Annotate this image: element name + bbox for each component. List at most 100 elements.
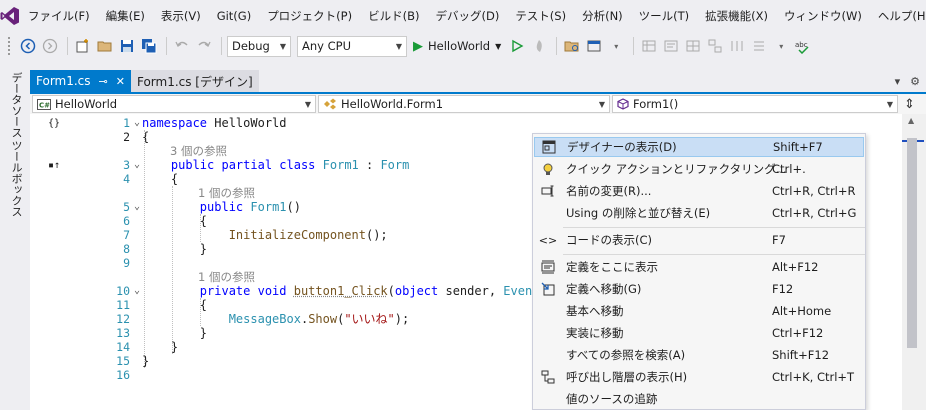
back-icon[interactable] [18, 36, 38, 56]
code-token: Form [380, 158, 410, 172]
menu-view[interactable]: 表示(V) [153, 0, 209, 32]
menu-edit[interactable]: 編集(E) [98, 0, 153, 32]
menu-extensions[interactable]: 拡張機能(X) [697, 0, 776, 32]
toolbar-separator [633, 37, 635, 55]
scroll-up-icon[interactable]: ▲ [908, 116, 914, 125]
sql-query-icon[interactable] [661, 36, 681, 56]
code-token: public partial class [170, 158, 316, 172]
menu-item-label: すべての参照を検索(A) [566, 348, 686, 362]
references-codelens[interactable]: 1 個の参照 [198, 186, 255, 200]
code-token: Form1 [250, 200, 287, 214]
undo-icon[interactable] [172, 36, 192, 56]
vertical-scrollbar[interactable]: ▲ [902, 114, 926, 410]
hot-reload-icon[interactable] [529, 36, 549, 56]
sql-grid-icon[interactable] [683, 36, 703, 56]
menu-item-peek-definition[interactable]: 定義をここに表示 Alt+F12 [534, 257, 864, 277]
menu-file[interactable]: ファイル(F) [20, 0, 98, 32]
chevron-down-icon: ▼ [279, 41, 286, 51]
project-combo[interactable]: C# HelloWorld ▼ [32, 95, 316, 113]
redo-icon[interactable] [194, 36, 214, 56]
pin-icon[interactable]: ⊸ [99, 75, 108, 88]
menu-tools[interactable]: ツール(T) [631, 0, 698, 32]
menu-test[interactable]: テスト(S) [507, 0, 574, 32]
visual-studio-logo-icon[interactable] [0, 0, 20, 32]
menu-item-quick-actions[interactable]: クイック アクションとリファクタリング... Ctrl+. [534, 159, 864, 179]
menu-item-shortcut: Shift+F7 [773, 140, 823, 154]
editor-context-menu: デザイナーの表示(D) Shift+F7 クイック アクションとリファクタリング… [532, 133, 866, 410]
menu-item-go-to-implementation[interactable]: 実装に移動 Ctrl+F12 [534, 323, 864, 343]
sql-rows-icon[interactable] [749, 36, 769, 56]
menu-build[interactable]: ビルド(B) [360, 0, 427, 32]
menu-analyze[interactable]: 分析(N) [574, 0, 631, 32]
menu-window[interactable]: ウィンドウ(W) [776, 0, 870, 32]
line-number: 3 [123, 158, 130, 172]
menu-item-rename[interactable]: 名前の変更(R)... Ctrl+R, Ctrl+R [534, 181, 864, 201]
save-icon[interactable] [117, 36, 137, 56]
line-number: 10 [116, 284, 130, 298]
menu-debug[interactable]: デバッグ(D) [427, 0, 507, 32]
solution-platform-combo[interactable]: Any CPU ▼ [297, 35, 407, 57]
start-debugging-button[interactable]: ▶ HelloWorld ▼ [413, 39, 501, 54]
code-token: HelloWorld [207, 116, 287, 130]
tab-form1-designer[interactable]: Form1.cs [デザイン] [130, 70, 259, 92]
save-all-icon[interactable] [139, 36, 159, 56]
menu-item-label: 定義をここに表示 [566, 260, 658, 274]
line-number: 8 [123, 242, 130, 256]
split-window-icon[interactable]: ⇕ [904, 97, 915, 112]
toolbar-options-icon[interactable]: ▾ [771, 36, 791, 56]
code-token: : [358, 158, 381, 172]
menu-item-find-all-references[interactable]: すべての参照を検索(A) Shift+F12 [534, 345, 864, 365]
folder-view-icon[interactable] [562, 36, 582, 56]
menu-item-view-call-hierarchy[interactable]: 呼び出し階層の表示(H) Ctrl+K, Ctrl+T [534, 367, 864, 387]
member-combo-value: Form1() [633, 97, 679, 111]
line-number: 14 [116, 340, 130, 354]
menu-help[interactable]: ヘルプ(H) [870, 0, 926, 32]
menu-git[interactable]: Git(G) [209, 0, 260, 32]
menu-project[interactable]: プロジェクト(P) [259, 0, 360, 32]
toolbar-options-icon[interactable]: ▾ [606, 36, 626, 56]
standard-toolbar: Debug ▼ Any CPU ▼ ▶ HelloWorld ▼ ▾ ▾ abc [0, 32, 926, 60]
rename-icon [534, 184, 562, 198]
code-token: InitializeComponent [228, 228, 366, 242]
document-tab-strip: Form1.cs ⊸ ✕ Form1.cs [デザイン] ▾ ⚙ [30, 70, 926, 92]
chevron-down-icon[interactable]: ▼ [495, 42, 501, 51]
csharp-project-icon: C# [37, 98, 51, 110]
sql-table-icon[interactable] [639, 36, 659, 56]
toolbox-tab[interactable]: ツールボックス [8, 140, 24, 217]
references-codelens[interactable]: 3 個の参照 [170, 144, 227, 158]
menu-item-view-code[interactable]: <> コードの表示(C) F7 [534, 230, 864, 250]
class-combo[interactable]: HelloWorld.Form1 ▼ [318, 95, 610, 113]
toolbar-separator [166, 37, 167, 55]
references-codelens[interactable]: 1 個の参照 [198, 270, 255, 284]
sql-columns-icon[interactable] [727, 36, 747, 56]
toolbar-grip[interactable] [8, 37, 12, 55]
open-folder-icon[interactable] [95, 36, 115, 56]
menu-item-shortcut: Ctrl+K, Ctrl+T [772, 370, 855, 384]
member-combo[interactable]: Form1() ▼ [612, 95, 898, 113]
solution-configuration-combo[interactable]: Debug ▼ [227, 35, 291, 57]
menu-item-track-value-source[interactable]: 値のソースの追跡 [534, 389, 864, 409]
spell-check-icon[interactable]: abc [793, 36, 813, 56]
menu-item-remove-sort-usings[interactable]: Using の削除と並び替え(E) Ctrl+R, Ctrl+G [534, 203, 864, 223]
code-token: public [199, 200, 244, 214]
sql-schema-icon[interactable] [705, 36, 725, 56]
chevron-down-icon: ▼ [886, 99, 893, 109]
data-sources-tab[interactable]: データソース [8, 72, 24, 138]
tab-list-dropdown-icon[interactable]: ▾ [895, 75, 901, 88]
scrollbar-thumb[interactable] [907, 138, 917, 348]
forward-icon[interactable] [40, 36, 60, 56]
new-project-icon[interactable] [73, 36, 93, 56]
code-token: sender, [438, 284, 504, 298]
menu-item-go-to-base[interactable]: 基本へ移動 Alt+Home [534, 301, 864, 321]
close-icon[interactable]: ✕ [116, 75, 125, 88]
menu-item-go-to-definition[interactable]: 定義へ移動(G) F12 [534, 279, 864, 299]
menu-item-view-designer[interactable]: デザイナーの表示(D) Shift+F7 [534, 137, 864, 157]
play-icon: ▶ [413, 38, 423, 54]
start-without-debugging-icon[interactable] [507, 36, 527, 56]
menu-bar: ファイル(F) 編集(E) 表示(V) Git(G) プロジェクト(P) ビルド… [0, 0, 926, 32]
tab-form1-cs[interactable]: Form1.cs ⊸ ✕ [30, 70, 131, 92]
gear-icon[interactable]: ⚙ [910, 75, 920, 88]
line-number: 2 [123, 130, 130, 144]
menu-separator [563, 227, 865, 228]
window-layout-icon[interactable] [584, 36, 604, 56]
